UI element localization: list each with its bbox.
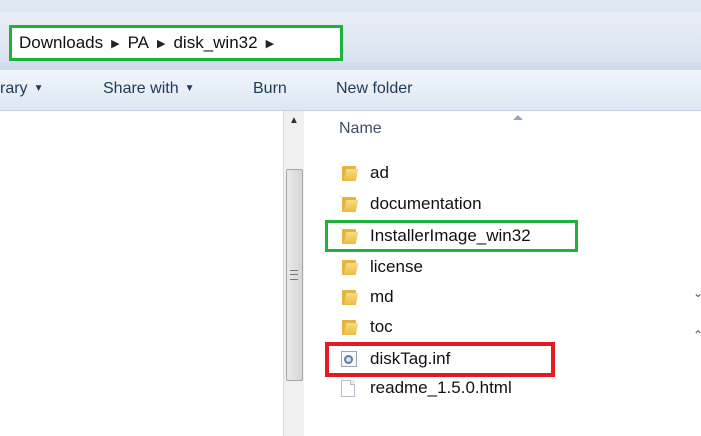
file-row-md[interactable]: md — [341, 285, 394, 309]
folder-icon — [341, 196, 359, 212]
navigation-pane[interactable] — [0, 111, 285, 436]
breadcrumb-separator-icon[interactable]: ▶ — [266, 37, 274, 50]
breadcrumb-item-pa[interactable]: PA — [128, 33, 149, 53]
navigation-scrollbar[interactable]: ▲ — [283, 111, 304, 436]
breadcrumb[interactable]: Downloads ▶ PA ▶ disk_win32 ▶ — [9, 25, 343, 61]
breadcrumb-separator-icon[interactable]: ▶ — [111, 37, 119, 50]
sort-ascending-icon — [513, 115, 523, 120]
scrollbar-grip-icon — [290, 270, 298, 280]
column-header-name[interactable]: Name — [339, 120, 382, 138]
html-file-icon — [341, 379, 355, 397]
folder-icon — [341, 319, 359, 335]
file-name: toc — [370, 317, 393, 336]
file-row-license[interactable]: license — [341, 255, 423, 279]
file-row-ad[interactable]: ad — [341, 161, 389, 185]
command-toolbar: rary ▼ Share with ▼ Burn New folder — [0, 70, 701, 111]
highlight-box-red — [325, 342, 555, 377]
folder-icon — [341, 259, 359, 275]
folder-icon — [341, 165, 359, 181]
file-name: documentation — [370, 194, 482, 213]
library-menu-label: rary — [0, 80, 28, 97]
folder-icon — [341, 289, 359, 305]
breadcrumb-item-downloads[interactable]: Downloads — [19, 33, 103, 53]
file-list-pane: Name ad documentation InstallerImage_win… — [304, 111, 701, 436]
burn-button[interactable]: Burn — [253, 80, 287, 98]
file-name: readme_1.5.0.html — [370, 378, 512, 397]
new-folder-button[interactable]: New folder — [336, 80, 412, 98]
partial-chevron-icon: ⌄ — [693, 286, 701, 300]
partial-chevron-icon: ⌃ — [693, 328, 701, 342]
highlight-box-green — [325, 220, 578, 252]
file-row-toc[interactable]: toc — [341, 315, 393, 339]
library-menu-button[interactable]: rary ▼ — [0, 80, 43, 98]
scroll-up-arrow-icon[interactable]: ▲ — [284, 115, 304, 126]
breadcrumb-separator-icon[interactable]: ▶ — [157, 37, 165, 50]
file-row-documentation[interactable]: documentation — [341, 192, 482, 216]
file-name: ad — [370, 163, 389, 182]
file-row-readme-html[interactable]: readme_1.5.0.html — [341, 376, 512, 400]
dropdown-caret-icon: ▼ — [184, 83, 195, 94]
dropdown-caret-icon: ▼ — [33, 83, 44, 94]
scrollbar-thumb[interactable] — [286, 169, 303, 381]
breadcrumb-item-disk-win32[interactable]: disk_win32 — [173, 33, 257, 53]
file-name: license — [370, 257, 423, 276]
file-name: md — [370, 287, 394, 306]
share-with-button[interactable]: Share with ▼ — [103, 80, 195, 98]
share-with-label: Share with — [103, 80, 179, 97]
